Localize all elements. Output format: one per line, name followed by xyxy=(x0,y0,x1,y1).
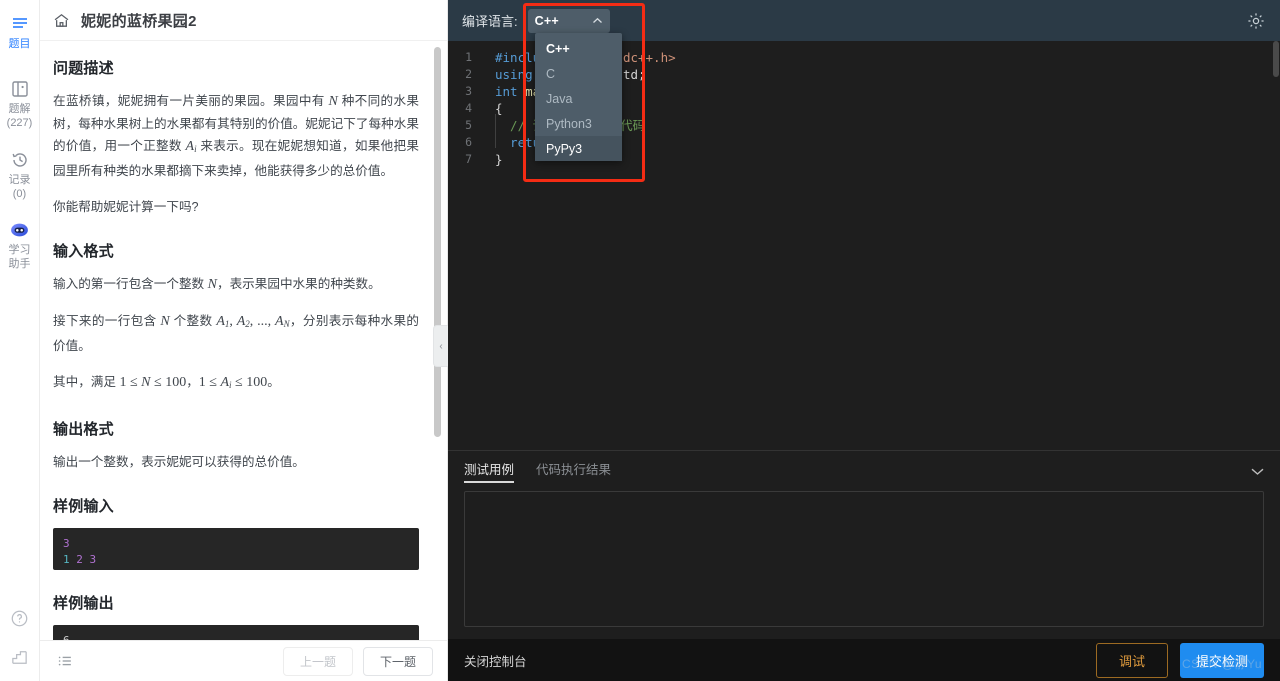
sample-output-line-1: 6 xyxy=(63,633,409,640)
panel-collapse-handle[interactable]: ‹ xyxy=(433,325,448,367)
line-number: 3 xyxy=(465,84,472,98)
line-number: 5 xyxy=(465,118,472,132)
gear-icon[interactable] xyxy=(1246,11,1270,31)
robot-icon xyxy=(9,221,30,240)
language-option-java[interactable]: Java xyxy=(535,86,622,111)
sidebar-item-solutions[interactable]: 题解 (227) xyxy=(0,57,40,136)
description-paragraph-1: 在蓝桥镇，妮妮拥有一片美丽的果园。果园中有 N 种不同的水果树，每种水果树上的水… xyxy=(53,90,419,182)
ide-topbar: 编译语言: C++ C++ C Java Python3 PyPy3 xyxy=(448,0,1280,182)
line-content: { xyxy=(495,101,503,116)
output-paragraph-1: 输出一个整数，表示妮妮可以获得的总价值。 xyxy=(53,455,305,469)
line-number: 1 xyxy=(465,50,472,64)
language-label: 编译语言: xyxy=(462,14,518,29)
sidebar-item-study-sub: 助手 xyxy=(8,258,31,270)
sample-input-line-2: 1 2 3 xyxy=(63,553,97,566)
chart-icon[interactable] xyxy=(10,648,29,667)
debug-button[interactable]: 调试 xyxy=(1095,642,1168,678)
list-icon[interactable] xyxy=(56,652,74,670)
input-paragraph-2: 接下来的一行包含 N 个整数 A1, A2, ..., AN，分别表示每种水果的… xyxy=(53,310,419,357)
chevron-up-icon xyxy=(592,17,603,25)
input-paragraph-1: 输入的第一行包含一个整数 N，表示果园中水果的种类数。 xyxy=(53,273,419,296)
sidebar-item-solutions-label: 题解 xyxy=(8,103,31,115)
problem-body: 问题描述 在蓝桥镇，妮妮拥有一片美丽的果园。果园中有 N 种不同的水果树，每种水… xyxy=(40,41,447,640)
sidebar-item-problem-label: 题目 xyxy=(8,38,31,50)
input3-text-a: 其中，满足 xyxy=(53,375,120,389)
desc-var-n: N xyxy=(328,94,338,109)
problem-scrollbar-thumb[interactable] xyxy=(434,47,441,437)
sidebar-item-study-label: 学习 xyxy=(8,244,31,256)
book-icon xyxy=(10,79,30,99)
testcase-input[interactable] xyxy=(465,492,1263,626)
sidebar-item-records[interactable]: 记录 (0) xyxy=(0,136,40,207)
input2-var-list: A1, A2, ..., AN xyxy=(216,314,290,329)
section-title-sample-output: 样例输出 xyxy=(53,595,114,612)
input-paragraph-3: 其中，满足 1 ≤ N ≤ 100，1 ≤ Ai ≤ 100。 xyxy=(53,371,419,396)
line-number: 4 xyxy=(465,101,472,115)
language-option-c[interactable]: C xyxy=(535,61,622,86)
line-number: 6 xyxy=(465,135,472,149)
app-root: 题目 题解 (227) 记录 (0) 学习 助手 妮妮的蓝桥果园2 问题描述 在… xyxy=(0,0,1280,681)
line-number: 2 xyxy=(465,67,472,81)
input2-var-n: N xyxy=(160,314,170,329)
help-circle-icon[interactable] xyxy=(10,609,29,628)
language-option-python3[interactable]: Python3 xyxy=(535,111,622,136)
sidebar-item-problem[interactable]: 题目 xyxy=(0,0,40,57)
close-console-button[interactable]: 关闭控制台 xyxy=(464,651,527,670)
testcase-area[interactable] xyxy=(464,491,1264,627)
input-var-n: N xyxy=(207,277,217,292)
problem-header: 妮妮的蓝桥果园2 xyxy=(40,0,447,41)
language-dropdown-menu: C++ C Java Python3 PyPy3 xyxy=(535,33,622,161)
section-title-output-format: 输出格式 xyxy=(53,421,114,438)
submit-button[interactable]: 提交检测 xyxy=(1179,642,1264,678)
problem-content: 问题描述 在蓝桥镇，妮妮拥有一片美丽的果园。果园中有 N 种不同的水果树，每种水… xyxy=(53,57,419,640)
editor-scrollbar-thumb[interactable] xyxy=(1273,41,1279,77)
input3-range-1: 1 ≤ N ≤ 100 xyxy=(119,375,187,390)
section-title-input-format: 输入格式 xyxy=(53,243,114,260)
description-paragraph-2: 你能帮助妮妮计算一下吗? xyxy=(53,200,199,214)
tab-execution-result[interactable]: 代码执行结果 xyxy=(536,459,611,483)
tab-testcase[interactable]: 测试用例 xyxy=(464,459,515,483)
sample-input-block: 3 1 2 3 xyxy=(53,528,419,570)
input3-text-end: 。 xyxy=(267,375,280,389)
section-title-description: 问题描述 xyxy=(53,60,114,77)
sample-input-line-1: 3 xyxy=(63,537,70,550)
line-number: 7 xyxy=(465,152,472,166)
language-select-value: C++ xyxy=(534,13,559,28)
desc-var-a: A xyxy=(185,139,195,154)
section-title-sample-input: 样例输入 xyxy=(53,498,114,515)
line-content: } xyxy=(495,152,503,167)
chevron-down-icon[interactable] xyxy=(1249,466,1266,477)
history-icon xyxy=(10,150,30,170)
language-select[interactable]: C++ xyxy=(527,8,610,33)
language-option-cpp[interactable]: C++ xyxy=(535,36,622,61)
console-tabs: 测试用例 代码执行结果 xyxy=(448,451,1280,491)
input3-text-b: ， xyxy=(186,375,199,389)
problem-panel: 妮妮的蓝桥果园2 问题描述 在蓝桥镇，妮妮拥有一片美丽的果园。果园中有 N 种不… xyxy=(40,0,448,681)
console-footer: 关闭控制台 调试 提交检测 CSDN @静Yu xyxy=(448,639,1280,681)
input-text-a: 输入的第一行包含一个整数 xyxy=(53,277,208,291)
input2-text-a: 接下来的一行包含 xyxy=(53,314,161,328)
editor-scrollbar[interactable] xyxy=(1272,41,1280,450)
input3-range-2: 1 ≤ Ai ≤ 100 xyxy=(198,375,268,390)
page-title: 妮妮的蓝桥果园2 xyxy=(81,12,197,30)
list-lines-icon xyxy=(10,14,30,34)
console-panel: 测试用例 代码执行结果 关闭控制台 调试 提交检测 CSDN @静Yu xyxy=(448,450,1280,681)
desc-text-a: 在蓝桥镇，妮妮拥有一片美丽的果园。果园中有 xyxy=(53,94,329,108)
rail-bottom-group xyxy=(10,609,29,681)
ide-panel: 编译语言: C++ C++ C Java Python3 PyPy3 1 #in… xyxy=(448,0,1280,681)
sidebar-item-records-count: (0) xyxy=(12,188,27,200)
input-text-b: ，表示果园中水果的种类数。 xyxy=(216,277,381,291)
sidebar-item-records-label: 记录 xyxy=(8,174,31,186)
sample-output-block: 6 xyxy=(53,625,419,640)
input2-text-b: 个整数 xyxy=(169,314,217,328)
next-problem-button[interactable]: 下一题 xyxy=(362,646,433,676)
home-icon[interactable] xyxy=(52,11,71,30)
problem-footer: 上一题 下一题 xyxy=(40,640,447,681)
language-option-pypy3[interactable]: PyPy3 xyxy=(535,136,622,161)
sidebar-item-solutions-count: (227) xyxy=(6,117,33,129)
prev-problem-button[interactable]: 上一题 xyxy=(282,646,353,676)
left-nav-rail: 题目 题解 (227) 记录 (0) 学习 助手 xyxy=(0,0,40,681)
sidebar-item-study-assistant[interactable]: 学习 助手 xyxy=(0,207,40,277)
